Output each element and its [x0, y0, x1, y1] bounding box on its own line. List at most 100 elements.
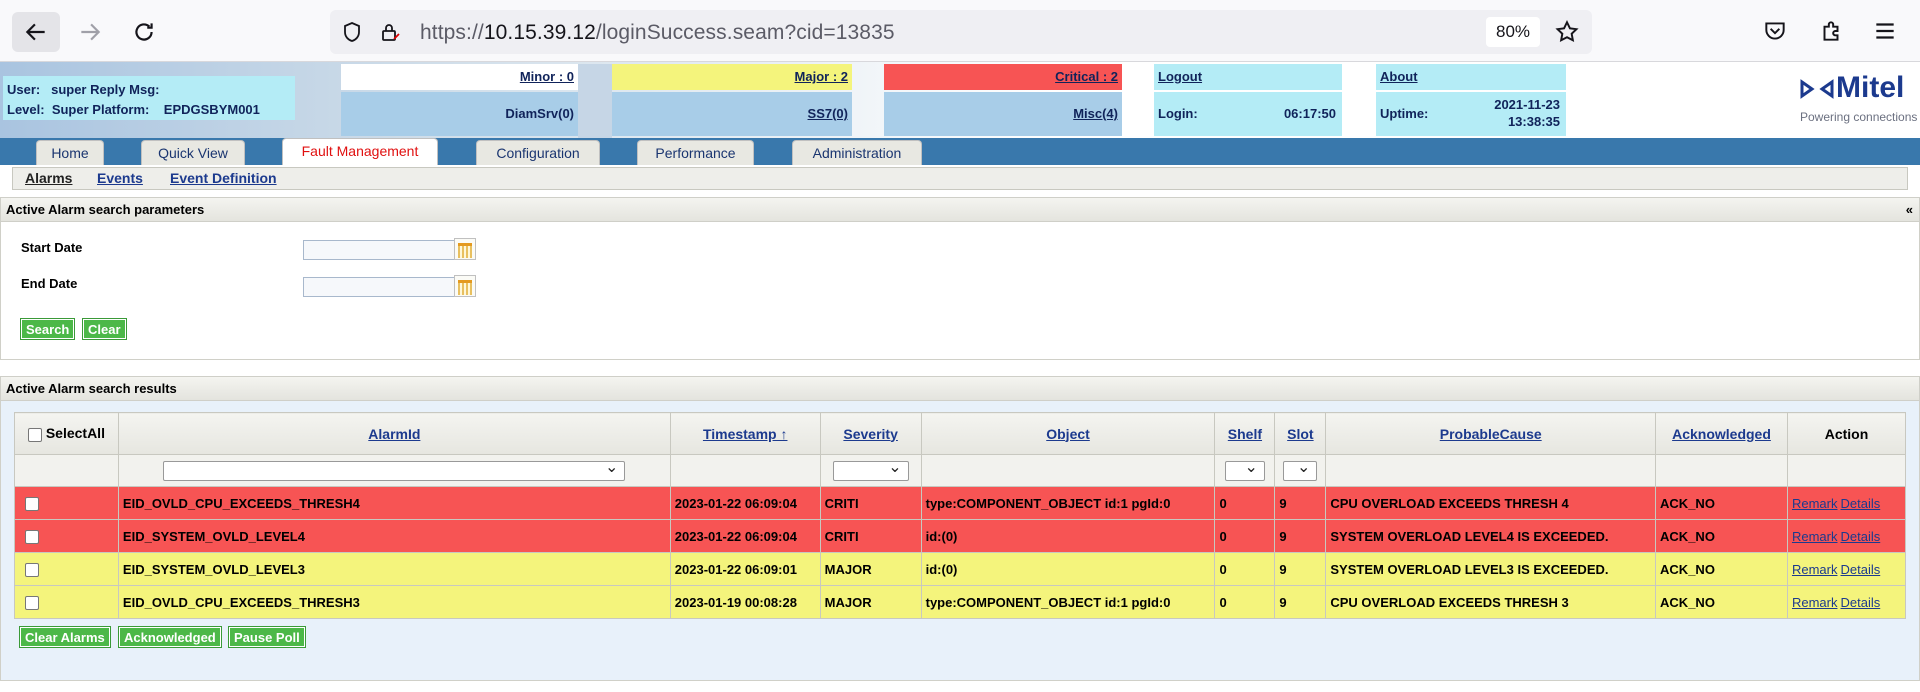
shelf-cell: 0 [1214, 519, 1276, 553]
start-date-label: Start Date [21, 240, 83, 255]
tab-performance[interactable]: Performance [637, 140, 754, 165]
alarmid-cell: EID_SYSTEM_OVLD_LEVEL4 [117, 519, 671, 553]
clear-alarms-button[interactable]: Clear Alarms [19, 626, 111, 648]
login-value: 06:17:50 [1283, 106, 1336, 121]
filter-cell [819, 454, 922, 487]
collapse-icon[interactable]: « [1906, 198, 1913, 221]
back-button[interactable] [12, 12, 60, 52]
about-cell[interactable]: About [1376, 64, 1566, 90]
start-date-input[interactable] [303, 240, 455, 260]
critical-alarm-count[interactable]: Critical : 2 [884, 64, 1122, 90]
login-time-cell: Login: 06:17:50 [1154, 92, 1342, 136]
major-link[interactable]: Major : 2 [795, 69, 848, 84]
search-button[interactable]: Search [19, 318, 76, 340]
extensions-icon[interactable] [1818, 18, 1844, 44]
star-icon[interactable] [1554, 19, 1580, 45]
tab-quick-view[interactable]: Quick View [141, 140, 245, 165]
table-row[interactable]: EID_OVLD_CPU_EXCEEDS_THRESH4 2023-01-22 … [14, 486, 1907, 520]
logout-cell[interactable]: Logout [1154, 64, 1342, 90]
slot-cell: 9 [1274, 552, 1327, 586]
minor-alarm-count[interactable]: Minor : 0 [341, 64, 578, 90]
severity-filter-select[interactable] [832, 457, 909, 481]
clear-button[interactable]: Clear [82, 318, 127, 340]
alarm-table: SelectAll AlarmId Timestamp ↑ Severity O… [14, 412, 1907, 619]
url-bar[interactable]: https://10.15.39.12/loginSuccess.seam?ci… [330, 10, 1592, 54]
remark-link[interactable]: Remark [1792, 529, 1838, 544]
forward-button[interactable] [66, 12, 114, 52]
pocket-icon[interactable] [1762, 18, 1788, 44]
filter-cell [14, 454, 119, 487]
probablecause-header[interactable]: ProbableCause [1325, 412, 1657, 455]
tab-home[interactable]: Home [36, 140, 104, 165]
object-header[interactable]: Object [920, 412, 1216, 455]
ack-cell: ACK_NO [1655, 519, 1788, 553]
uptime-value: 2021-11-23 13:38:35 [1494, 96, 1560, 130]
remark-link[interactable]: Remark [1792, 562, 1838, 577]
submenu-events[interactable]: Events [97, 170, 143, 186]
slot-filter-select[interactable] [1283, 457, 1318, 481]
object-cell: id:(0) [920, 552, 1216, 586]
end-date-input[interactable] [303, 277, 455, 297]
pause-poll-button[interactable]: Pause Poll [228, 626, 306, 648]
tab-configuration[interactable]: Configuration [476, 140, 600, 165]
ss7-count[interactable]: SS7(0) [612, 92, 852, 136]
row-checkbox[interactable] [25, 496, 39, 511]
details-link[interactable]: Details [1840, 562, 1880, 577]
minor-link[interactable]: Minor : 0 [520, 69, 574, 84]
acknowledged-button[interactable]: Acknowledged [118, 626, 222, 648]
details-link[interactable]: Details [1840, 529, 1880, 544]
misc-link[interactable]: Misc(4) [1073, 106, 1118, 121]
remark-link[interactable]: Remark [1792, 496, 1838, 511]
uptime-time: 13:38:35 [1507, 114, 1560, 129]
uptime-label: Uptime: [1380, 106, 1429, 121]
acknowledged-header[interactable]: Acknowledged [1655, 412, 1788, 455]
critical-link[interactable]: Critical : 2 [1055, 69, 1118, 84]
ack-cell: ACK_NO [1655, 552, 1788, 586]
level-label: Level: [7, 102, 45, 117]
slot-header[interactable]: Slot [1274, 412, 1327, 455]
shelf-header[interactable]: Shelf [1214, 412, 1276, 455]
url-host: 10.15.39.12 [483, 21, 596, 44]
details-link[interactable]: Details [1840, 595, 1880, 610]
submenu-alarms[interactable]: Alarms [25, 170, 72, 186]
timestamp-header[interactable]: Timestamp ↑ [669, 412, 821, 455]
row-checkbox[interactable] [25, 595, 39, 610]
url-text: https://10.15.39.12/loginSuccess.seam?ci… [420, 21, 895, 45]
zoom-indicator[interactable]: 80% [1486, 17, 1540, 47]
table-row[interactable]: EID_SYSTEM_OVLD_LEVEL4 2023-01-22 06:09:… [14, 519, 1907, 553]
ack-cell: ACK_NO [1655, 486, 1788, 520]
hamburger-menu-icon[interactable] [1872, 18, 1898, 44]
ss7-link[interactable]: SS7(0) [808, 106, 848, 121]
tab-administration[interactable]: Administration [792, 140, 922, 165]
misc-count[interactable]: Misc(4) [884, 92, 1122, 136]
lock-icon [382, 24, 400, 41]
logout-link[interactable]: Logout [1158, 69, 1202, 84]
submenu-event-definition[interactable]: Event Definition [170, 170, 277, 186]
row-checkbox[interactable] [25, 562, 39, 577]
table-row[interactable]: EID_SYSTEM_OVLD_LEVEL3 2023-01-22 06:09:… [14, 552, 1907, 586]
row-checkbox[interactable] [25, 529, 39, 544]
start-calendar-icon[interactable] [454, 238, 476, 260]
filter-cell [669, 454, 821, 487]
details-link[interactable]: Details [1840, 496, 1880, 511]
shelf-cell: 0 [1214, 585, 1276, 619]
tab-fault-management[interactable]: Fault Management [282, 138, 438, 165]
table-row[interactable]: EID_OVLD_CPU_EXCEEDS_THRESH3 2023-01-19 … [14, 585, 1907, 619]
app-header: User: super Reply Msg: Level: Super Plat… [0, 62, 1920, 138]
alarmid-header[interactable]: AlarmId [117, 412, 671, 455]
filter-cell [1214, 454, 1276, 487]
timestamp-cell: 2023-01-22 06:09:04 [669, 486, 821, 520]
remark-link[interactable]: Remark [1792, 595, 1838, 610]
severity-header[interactable]: Severity [819, 412, 922, 455]
major-alarm-count[interactable]: Major : 2 [612, 64, 852, 90]
severity-cell: CRITI [819, 519, 922, 553]
filter-cell [920, 454, 1216, 487]
level-value: Super [51, 102, 89, 117]
about-link[interactable]: About [1380, 69, 1418, 84]
end-calendar-icon[interactable] [454, 275, 476, 297]
reload-button[interactable] [120, 12, 168, 52]
select-all-checkbox[interactable] [27, 427, 42, 442]
alarmid-filter-select[interactable] [163, 457, 626, 481]
shelf-filter-select[interactable] [1224, 457, 1265, 481]
select-all-header[interactable]: SelectAll [14, 412, 119, 455]
